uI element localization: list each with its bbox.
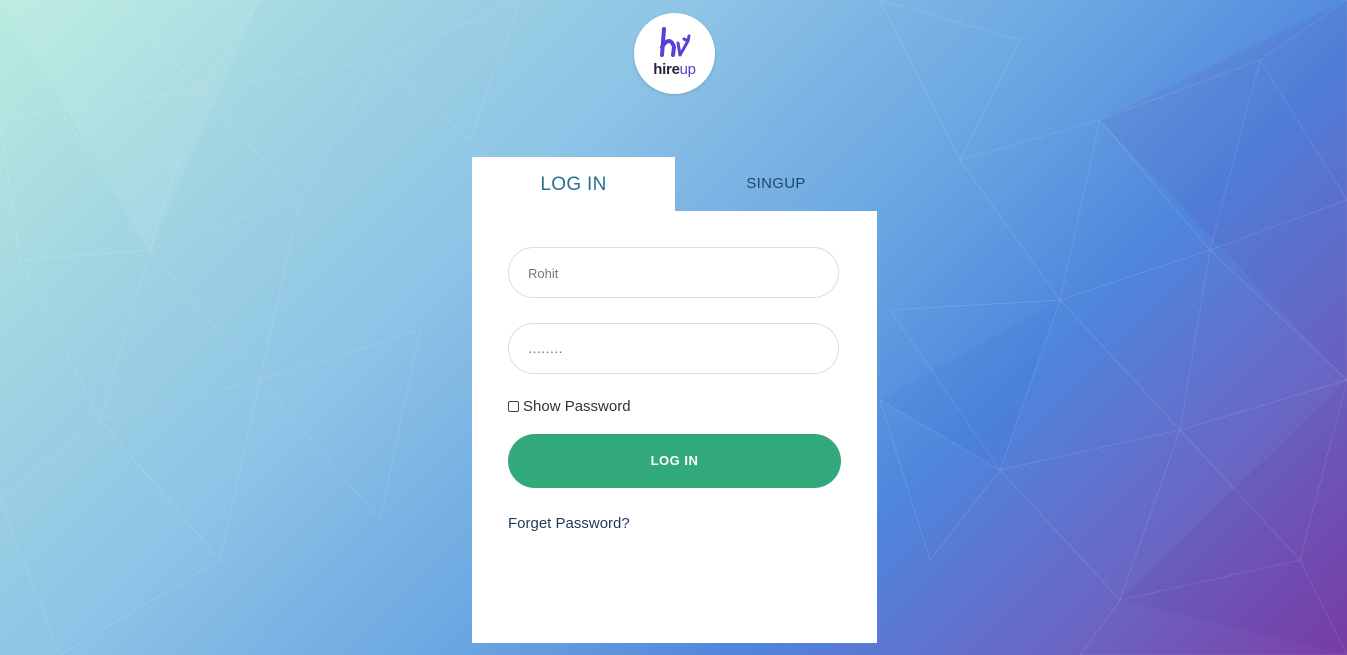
show-password-checkbox[interactable] (508, 401, 519, 412)
password-field (508, 323, 839, 374)
logo-wordmark: hireup (634, 61, 715, 78)
username-input[interactable] (528, 262, 818, 284)
password-input[interactable] (528, 338, 818, 360)
show-password-label: Show Password (523, 398, 631, 415)
logo-brand-main: hire (653, 61, 680, 78)
tab-signup[interactable]: SINGUP (675, 157, 877, 211)
tab-signup-label: SINGUP (746, 175, 806, 192)
login-button[interactable]: LOG IN (508, 434, 841, 488)
login-button-label: LOG IN (650, 453, 699, 468)
login-form-panel: Show Password LOG IN Forget Password? (472, 211, 877, 643)
forgot-password-link[interactable]: Forget Password? (508, 515, 630, 532)
hireup-mark-icon (660, 27, 691, 57)
username-field (508, 247, 839, 298)
tab-login[interactable]: LOG IN (472, 157, 675, 211)
tab-login-label: LOG IN (540, 174, 607, 195)
hireup-logo: hireup (634, 13, 715, 94)
logo-brand-accent: up (679, 61, 696, 78)
